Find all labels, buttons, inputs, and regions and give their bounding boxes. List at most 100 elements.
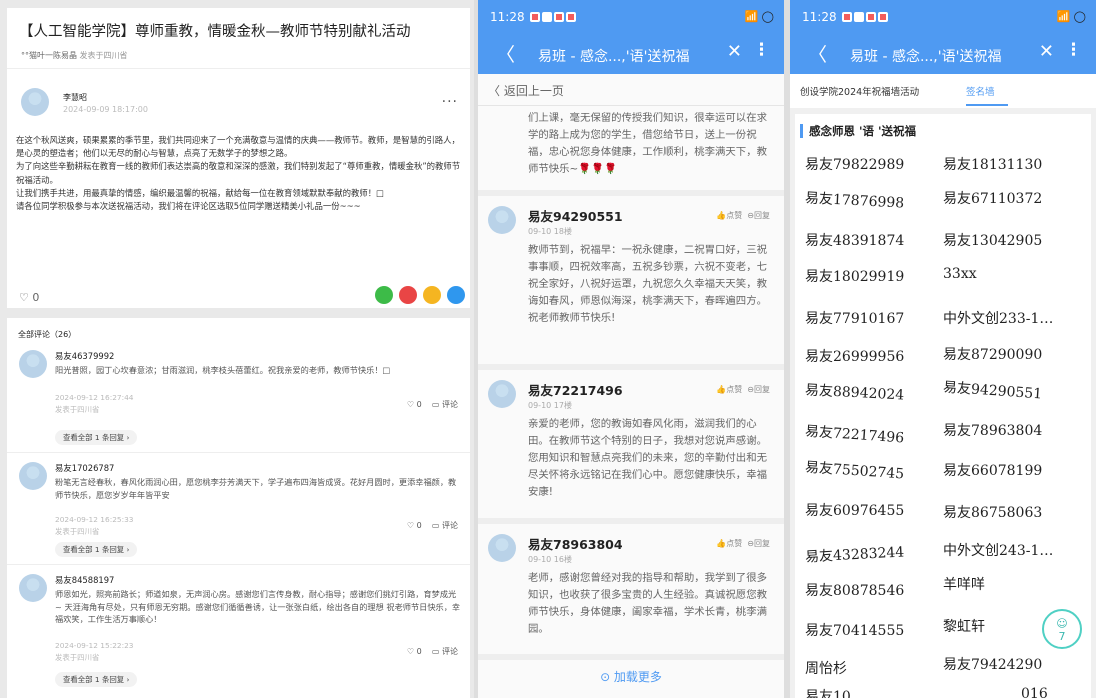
more-options-icon[interactable]: ··· [442,94,458,110]
comment-time: 2024-09-12 15:22:23 [55,641,134,650]
back-link-label: 〈 返回上一页 [488,84,564,98]
back-link[interactable]: 〈 返回上一页 [478,74,784,106]
comment-reply-button[interactable]: ▭ 评论 [432,647,458,656]
weibo-share-icon[interactable] [399,286,417,304]
signature: 易友66078199 [943,463,1043,479]
comment-location: 发表于四川省 [55,653,100,662]
comment-reply-button[interactable]: ▭ 评论 [432,400,458,409]
article-body: 在这个秋风送爽，硕果累累的季节里，我们共同迎来了一个充满敬意与温情的庆典——教师… [16,134,464,213]
notification-icon [530,12,540,22]
message-item: 易友94290551 09-10 18楼 👍点赞 ⊖回复 教师节到，祝福早：一祝… [478,196,784,370]
signature: 易友79822989 [805,157,905,173]
comment-location: 发表于四川省 [55,527,100,536]
signature: 易友80878546 [805,583,905,599]
avatar[interactable] [488,534,516,562]
signwall-title: 感念师恩 '语 '送祝福 [809,124,917,138]
float-count: 7 [1058,630,1066,643]
back-icon[interactable]: 〈 [496,40,515,67]
more-menu-icon[interactable]: ⋮ [1065,40,1082,60]
notification-icon [542,12,552,22]
signature: 羊咩咩 [943,577,985,593]
comment-text: 粉笔无言经春秋，春风化雨润心田，愿您桃李芬芳满天下，学子遍布四海皆成贤。花好月圆… [55,477,457,500]
like-button[interactable]: 👍点赞 [716,211,742,220]
comment-like-button[interactable]: ♡ 0 [407,400,422,409]
paragraph: 让我们携手共进，用最真挚的情感，编织最温馨的祝福，献给每一位在教育领域默默奉献的… [16,187,385,198]
comment-time: 2024-09-12 16:27:44 [55,393,134,402]
tab-activity[interactable]: 创设学院2024年祝福墙活动 [800,84,919,98]
message-actions: 👍点赞 ⊖回复 [716,384,770,395]
notification-icon [866,12,876,22]
reply-button[interactable]: ⊖回复 [747,211,770,220]
avatar[interactable] [488,380,516,408]
reply-button[interactable]: ⊖回复 [747,385,770,394]
avatar[interactable] [21,88,49,116]
comment-like-button[interactable]: ♡ 0 [407,521,422,530]
signature: 易友13042905 [943,233,1043,249]
avatar[interactable] [19,574,47,602]
author-name[interactable]: 李慧昭 [63,92,87,103]
like-count: 0 [416,521,422,530]
message-text: 老师，感谢您曾经对我的指导和帮助，我学到了很多知识，也收获了很多宝贵的人生经验。… [528,572,767,635]
avatar[interactable] [488,206,516,234]
sender-name[interactable]: 易友72217496 [528,380,623,399]
page-title: 易班 - 感念...,'语'送祝福 [850,49,1002,65]
notification-icon [878,12,888,22]
signwall-panel: 11:28 📶 ◯ 〈 易班 - 感念...,'语'送祝福 ✕ ⋮ 创设学院20… [790,0,1096,698]
avatar[interactable] [19,350,47,378]
view-replies-button[interactable]: 查看全部 1 条回复 › [55,672,138,687]
signature: 易友67110372 [943,191,1043,207]
qzone-share-icon[interactable] [423,286,441,304]
message-item: 们上课，毫无保留的传授我们知识，很幸运可以在求学的路上成为您的学生，借您给节日，… [478,106,784,196]
signature: 易友60976455 [805,503,905,519]
comment-like-button[interactable]: ♡ 0 [407,647,422,656]
like-button[interactable]: ♡ 0 [19,291,39,304]
message-item: 易友78963804 09-10 16楼 👍点赞 ⊖回复 老师，感谢您曾经对我的… [478,524,784,660]
like-button[interactable]: 👍点赞 [716,539,742,548]
paragraph: 为了向这些辛勤耕耘在教育一线的教师们表达崇高的敬意和深深的感激，我们特别发起了“… [16,161,461,185]
nav-bar: 〈 易班 - 感念...,'语'送祝福 ✕ ⋮ [790,34,1096,74]
more-menu-icon[interactable]: ⋮ [753,40,770,60]
back-icon[interactable]: 〈 [808,40,827,67]
message-floor: 09-10 17楼 [528,401,572,410]
tab-signwall[interactable]: 签名墙 [966,84,995,98]
comment-text: 师恩如光，照亮前路长；师道如泉，无声润心房。感谢您们言传身教，耐心指导；感谢您们… [55,589,461,625]
commenter-name[interactable]: 易友17026787 [55,462,114,474]
qq-share-icon[interactable] [447,286,465,304]
close-icon[interactable]: ✕ [727,41,742,62]
paragraph: 在这个秋风送爽，硕果累累的季节里，我们共同迎来了一个充满敬意与温情的庆典——教师… [16,135,460,159]
view-replies-button[interactable]: 查看全部 1 条回复 › [55,542,138,557]
close-icon[interactable]: ✕ [1039,41,1054,62]
like-button[interactable]: 👍点赞 [716,385,742,394]
notification-icon [842,12,852,22]
signature: 易友94290551 [942,379,1043,403]
signature: 易友78963804 [943,423,1043,439]
reply-label: 评论 [442,521,458,530]
comment-actions: ♡ 0 ▭ 评论 [407,399,458,410]
comment-time: 2024-09-12 16:25:33 [55,515,134,524]
signature: 易友70414555 [805,623,905,639]
page-title: 易班 - 感念...,'语'送祝福 [538,49,690,65]
wechat-share-icon[interactable] [375,286,393,304]
signature: 易友43283244 [804,544,905,566]
article-panel: 【人工智能学院】尊师重教，情暖金秋—教师节特别献礼活动 °°猫叶一陈易晶 发表于… [0,0,474,698]
comment-meta: 2024-09-12 16:25:33 发表于四川省 [55,514,134,538]
reply-button[interactable]: ⊖回复 [747,539,770,548]
signature: 易友88942024 [804,382,905,404]
commenter-name[interactable]: 易友84588197 [55,574,114,586]
sender-name[interactable]: 易友78963804 [528,534,623,553]
float-count-button[interactable]: ☺ 7 [1042,609,1082,649]
notification-icon [854,12,864,22]
avatar[interactable] [19,462,47,490]
view-replies-button[interactable]: 查看全部 1 条回复 › [55,430,138,445]
signature: 016 [1021,686,1048,698]
commenter-name[interactable]: 易友46379992 [55,350,114,362]
comment-reply-button[interactable]: ▭ 评论 [432,521,458,530]
like-count: 0 [416,647,422,656]
sender-name[interactable]: 易友94290551 [528,206,623,225]
signal-battery-icon: 📶 ◯ [1056,10,1086,23]
signature: 易友72217496 [804,423,905,447]
article-tag[interactable]: °°猫叶一陈易晶 [21,51,77,60]
signature: 中外文创243-1… [943,543,1054,559]
message-text: 亲爱的老师，您的教诲如春风化雨，滋润我们的心田。在教师节这个特别的日子，我想对您… [528,418,767,498]
load-more-button[interactable]: ⊙ 加载更多 [478,660,784,698]
